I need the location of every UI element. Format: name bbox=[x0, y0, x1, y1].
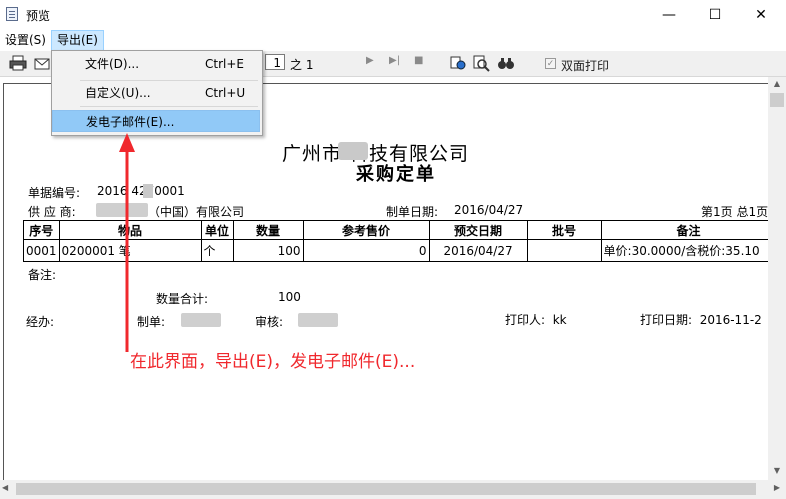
annotation-caption: 在此界面，导出(E)，发电子邮件(E)... bbox=[130, 352, 416, 372]
annotation-arrow bbox=[119, 133, 135, 352]
